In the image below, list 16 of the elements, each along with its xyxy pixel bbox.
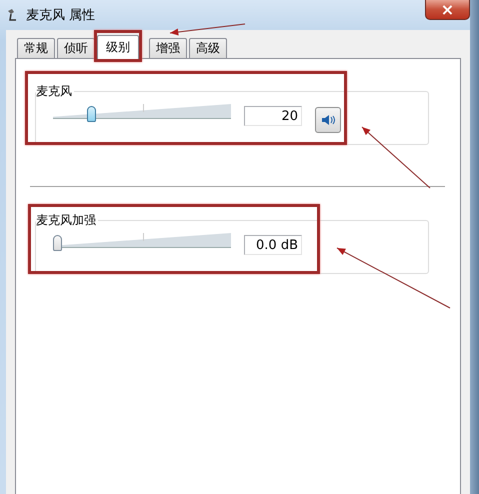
slider-thumb[interactable] [53, 235, 62, 251]
tab[interactable]: 侦听 [57, 38, 95, 58]
tab[interactable]: 级别 [97, 35, 139, 59]
tab[interactable]: 常规 [17, 38, 55, 58]
window-title: 麦克风 属性 [26, 7, 96, 24]
tab[interactable]: 增强 [149, 38, 187, 58]
slider-thumb[interactable] [87, 106, 96, 122]
group-label: 麦克风 [36, 84, 74, 98]
value-field[interactable]: 20 [244, 106, 302, 126]
tab[interactable]: 高级 [189, 38, 227, 58]
annotation-arrow [362, 126, 430, 188]
speaker-button[interactable] [315, 107, 341, 133]
speaker-icon [321, 114, 335, 126]
close-button[interactable]: × [425, 0, 470, 20]
value-field[interactable]: 0.0 dB [244, 235, 302, 255]
group-label: 麦克风加强 [36, 213, 98, 227]
